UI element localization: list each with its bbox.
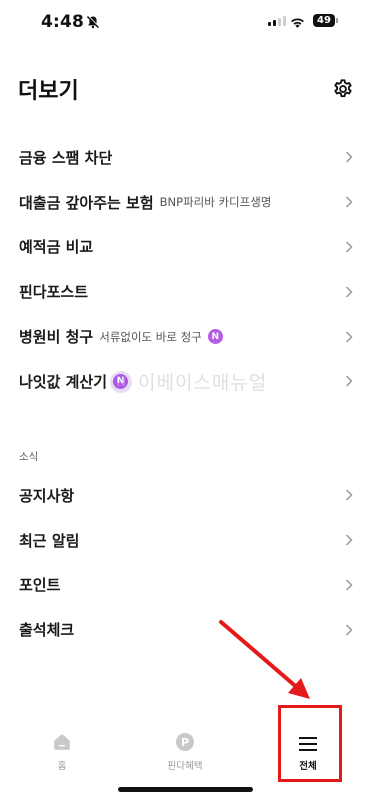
menu-item-label: 포인트 [19,576,61,595]
menu-item-finda-post[interactable]: 핀다포스트 [0,269,371,314]
menu-item-label: 금융 스팸 차단 [19,148,113,167]
status-bar: 4:48 49 [0,0,371,44]
menu-item-label: 예적금 비교 [19,238,94,257]
menu-item-attendance-check[interactable]: 출석체크 [0,607,371,652]
watermark-text: 이베이스매뉴얼 [138,372,268,394]
chevron-right-icon [345,534,353,546]
menu-item-label: 최근 알림 [19,531,80,550]
page-title: 더보기 [18,79,79,104]
settings-button[interactable] [330,76,356,102]
tab-home[interactable]: 홈 [22,706,102,776]
chevron-right-icon [345,579,353,591]
home-icon [54,734,70,750]
chevron-right-icon [345,196,353,208]
benefit-icon-letter: P [180,735,190,749]
menu-item-loan-insurance[interactable]: 대출금 갚아주는 보험 BNP파리바 카디프생명 [0,180,371,225]
menu-item-recent-alerts[interactable]: 최근 알림 [0,518,371,563]
tab-home-label: 홈 [57,761,67,772]
chevron-right-icon [345,151,353,163]
cellular-signal-icon [268,16,286,26]
menu-item-deposit-compare[interactable]: 예적금 비교 [0,225,371,270]
menu-item-label: 병원비 청구 [19,328,94,347]
news-menu-list: 공지사항 최근 알림 포인트 출석체크 [0,473,371,652]
battery-icon: 49 [313,14,335,27]
menu-item-points[interactable]: 포인트 [0,563,371,608]
menu-item-label: 핀다포스트 [19,283,89,302]
menu-item-subtitle: BNP파리바 카디프생명 [159,195,272,210]
home-indicator [118,787,253,792]
chevron-right-icon [345,286,353,298]
service-menu-list: 금융 스팸 차단 대출금 갚아주는 보험 BNP파리바 카디프생명 예적금 비교… [0,135,371,404]
chevron-right-icon [345,241,353,253]
menu-item-label: 공지사항 [19,486,75,505]
tab-finda-benefit[interactable]: P 핀다혜택 [145,706,225,776]
bell-off-icon [86,14,100,33]
menu-item-subtitle: 서류없이도 바로 청구 [99,329,202,344]
watermark-logo: N [110,370,132,393]
chevron-right-icon [345,489,353,501]
menu-item-label: 출석체크 [19,621,75,640]
wifi-icon [289,14,306,33]
chevron-right-icon [345,375,353,387]
section-title-news: 소식 [19,451,39,463]
gear-icon [334,79,352,98]
menu-item-notices[interactable]: 공지사항 [0,473,371,518]
new-badge: N [207,329,223,345]
menu-item-label: 대출금 갚아주는 보험 [19,193,154,212]
chevron-right-icon [345,624,353,636]
status-time: 4:48 [41,12,85,32]
menu-item-label: 나잇값 계산기 [19,372,108,391]
menu-item-hospital-claim[interactable]: 병원비 청구 서류없이도 바로 청구 N [0,314,371,359]
highlight-box [278,705,342,782]
battery-nub [336,18,338,23]
tab-benefit-label: 핀다혜택 [167,761,203,772]
benefit-points-icon: P [176,733,194,751]
chevron-right-icon [345,331,353,343]
watermark: N 이베이스매뉴얼 [110,368,267,395]
menu-item-spam-block[interactable]: 금융 스팸 차단 [0,135,371,180]
